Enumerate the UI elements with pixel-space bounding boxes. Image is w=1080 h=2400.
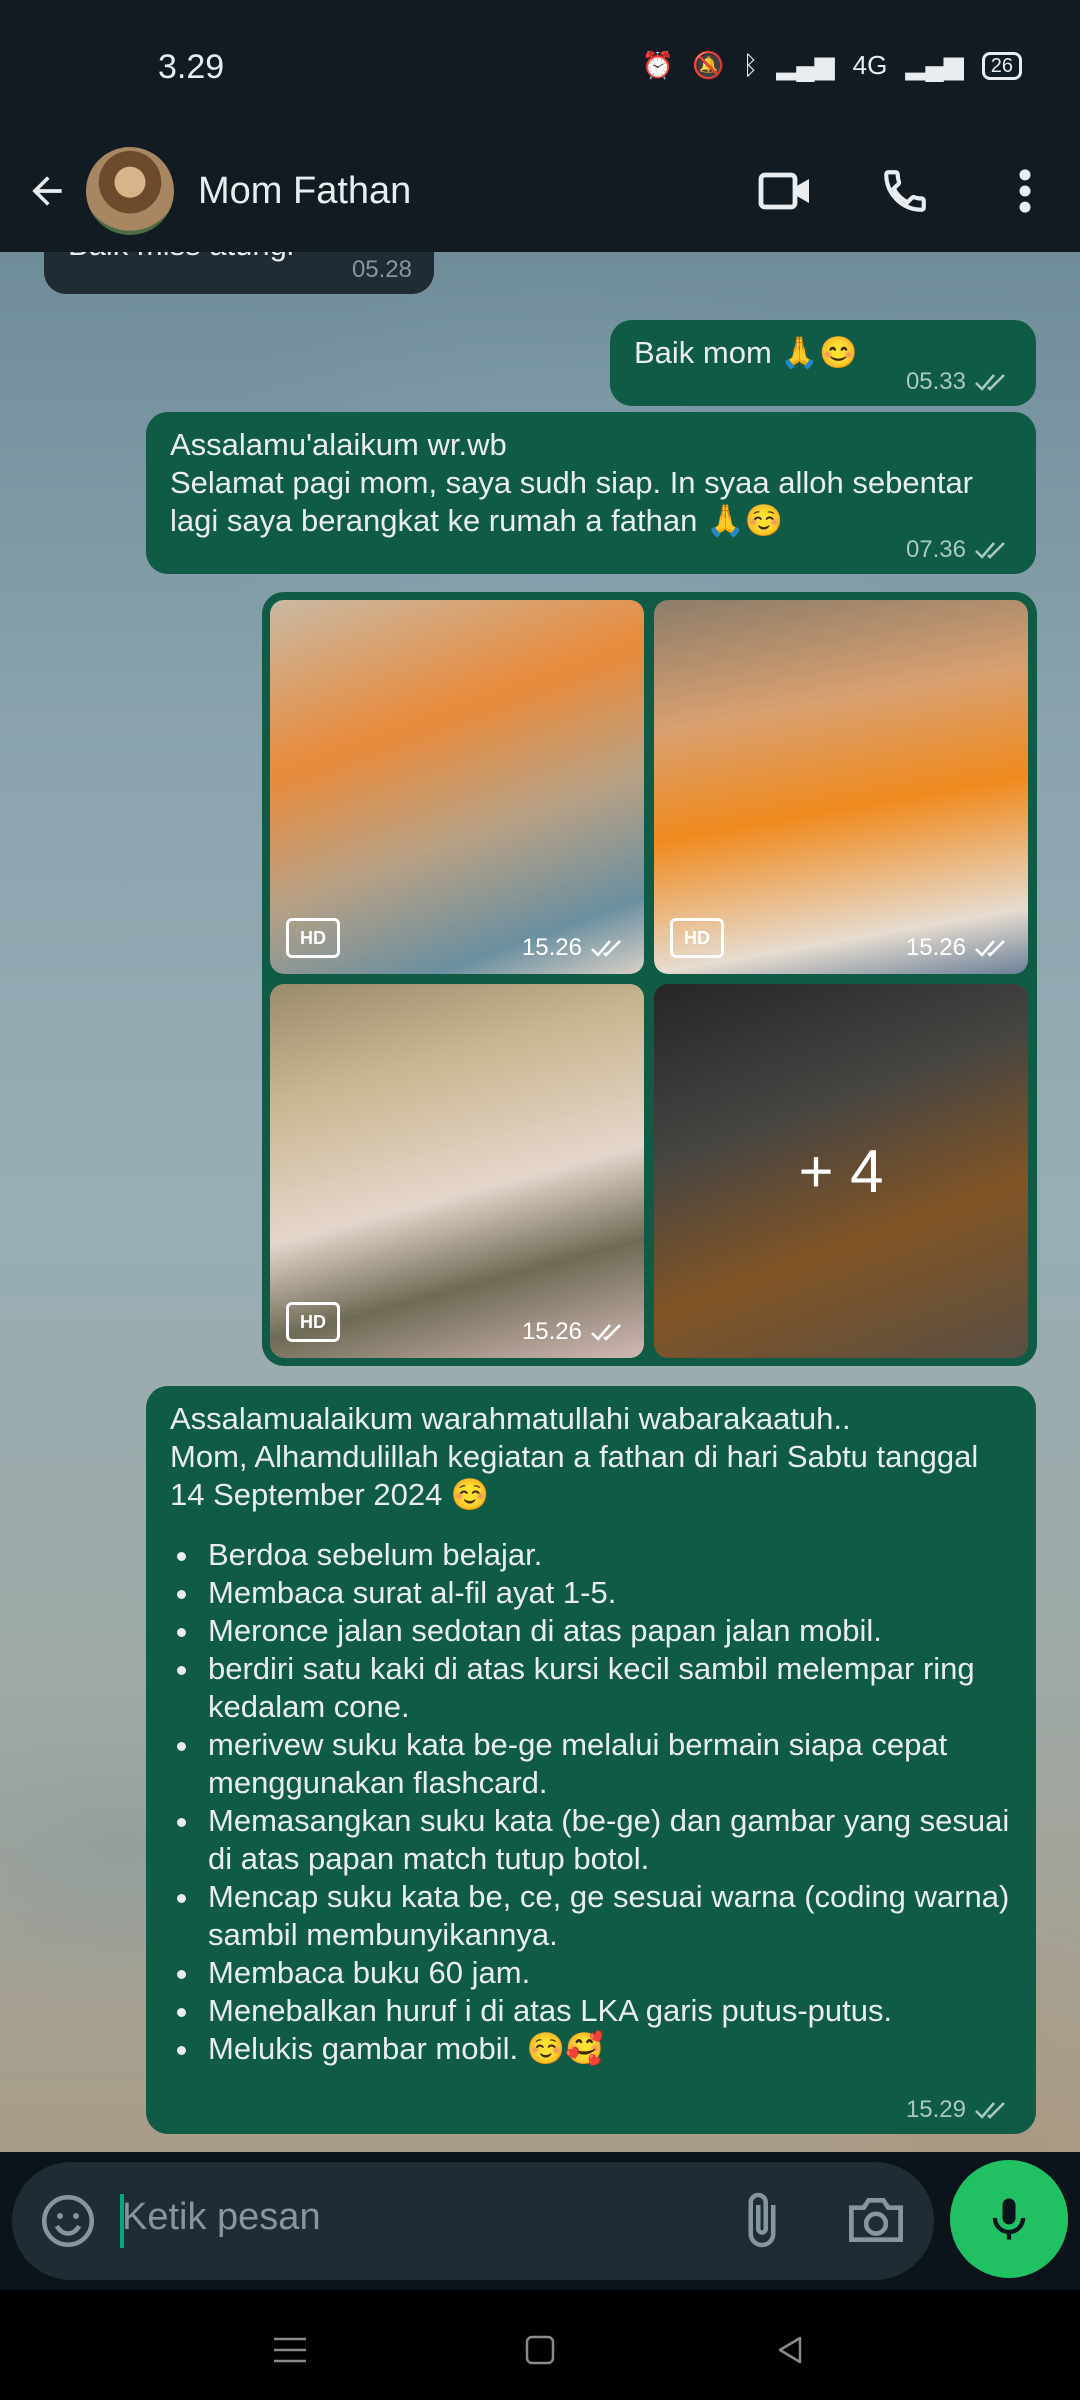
bluetooth-icon: ᛒ	[742, 50, 759, 80]
back-nav-button[interactable]	[760, 2320, 820, 2380]
message-meta: 05.33	[906, 368, 1014, 396]
message-incoming[interactable]: Baik miss atungi 05.28	[44, 252, 434, 294]
network-type: 4G	[852, 50, 888, 80]
camera-icon	[849, 2197, 903, 2243]
photo-time: 15.26	[905, 934, 966, 961]
photo-meta: 15.26	[906, 934, 1014, 962]
header-actions	[750, 130, 1060, 252]
more-vert-icon	[1019, 169, 1031, 213]
read-receipt-icon	[975, 542, 1005, 559]
list-item: Melukis gambar mobil. ☺️🥰	[202, 2030, 1012, 2068]
status-bar: 3.29 ⏰ 🔕 ᛒ ▂▄▆ 4G ▂▄▆ 26	[0, 0, 1080, 140]
photo-time: 15.26	[521, 934, 582, 961]
list-item: Membaca surat al-fil ayat 1-5.	[202, 1574, 1012, 1612]
back-triangle-icon	[778, 2336, 802, 2364]
photo-tile[interactable]: HD 15.26	[270, 600, 644, 974]
photo-time: 15.26	[521, 1318, 582, 1345]
contact-name[interactable]: Mom Fathan	[198, 170, 411, 213]
hd-badge: HD	[286, 1302, 340, 1342]
list-item: Meronce jalan sedotan di atas papan jala…	[202, 1612, 1012, 1650]
activity-list: Berdoa sebelum belajar. Membaca surat al…	[170, 1536, 1012, 2068]
photo-tile[interactable]: HD 15.26	[270, 984, 644, 1358]
video-call-button[interactable]	[750, 156, 820, 226]
recents-icon	[274, 2337, 306, 2363]
message-time: 05.33	[905, 368, 966, 395]
emoji-button[interactable]	[38, 2191, 98, 2251]
recents-button[interactable]	[260, 2320, 320, 2380]
message-time: 15.29	[905, 2096, 966, 2123]
read-receipt-icon	[975, 940, 1005, 957]
message-outgoing[interactable]: Assalamualaikum warahmatullahi wabarakaa…	[146, 1386, 1036, 2134]
message-meta: 05.28	[352, 256, 412, 284]
chat-header: Mom Fathan	[0, 130, 1080, 252]
message-meta: 07.36	[906, 536, 1014, 564]
signal-icon: ▂▄▆	[776, 50, 835, 80]
voice-message-button[interactable]	[950, 2160, 1068, 2278]
avatar[interactable]	[86, 147, 174, 235]
home-icon	[525, 2335, 555, 2365]
message-time: 07.36	[905, 536, 966, 563]
read-receipt-icon	[975, 374, 1005, 391]
camera-button[interactable]	[844, 2190, 908, 2250]
list-item: merivew suku kata be-ge melalui bermain …	[202, 1726, 1012, 1802]
video-call-icon	[758, 172, 809, 210]
read-receipt-icon	[591, 1324, 621, 1341]
hd-badge: HD	[286, 918, 340, 958]
message-outgoing[interactable]: Assalamu'alaikum wr.wb Selamat pagi mom,…	[146, 412, 1036, 574]
emoji-icon	[42, 2195, 94, 2247]
message-text: Baik mom 🙏😊	[634, 335, 858, 370]
system-navigation-bar	[0, 2290, 1080, 2400]
home-button[interactable]	[510, 2320, 570, 2380]
message-time: 05.28	[351, 256, 412, 283]
message-text: Assalamu'alaikum wr.wb Selamat pagi mom,…	[170, 427, 974, 538]
phone-icon	[884, 170, 926, 212]
hd-badge: HD	[670, 918, 724, 958]
photo-tile[interactable]: HD 15.26	[654, 600, 1028, 974]
message-input[interactable]: Ketik pesan	[122, 2196, 321, 2239]
read-receipt-icon	[591, 940, 621, 957]
message-meta: 15.29	[906, 2096, 1014, 2124]
list-item: Memasangkan suku kata (be-ge) dan gambar…	[202, 1802, 1012, 1878]
voice-call-button[interactable]	[870, 156, 940, 226]
message-outgoing[interactable]: Baik mom 🙏😊 05.33	[610, 320, 1036, 406]
mute-icon: 🔕	[692, 50, 725, 80]
more-photos-overlay: + 4	[654, 984, 1028, 1358]
back-button[interactable]	[12, 156, 82, 226]
attach-button[interactable]	[732, 2190, 792, 2250]
battery-indicator: 26	[981, 51, 1022, 80]
microphone-icon	[992, 2198, 1026, 2240]
alarm-icon: ⏰	[641, 50, 675, 80]
list-item: Mencap suku kata be, ce, ge sesuai warna…	[202, 1878, 1012, 1954]
list-item: berdiri satu kaki di atas kursi kecil sa…	[202, 1650, 1012, 1726]
list-item: Berdoa sebelum belajar.	[202, 1536, 1012, 1574]
read-receipt-icon	[975, 2102, 1005, 2119]
media-album[interactable]: HD 15.26 HD 15.26 HD 15.26 + 4	[262, 592, 1037, 1366]
paperclip-icon	[748, 2192, 776, 2248]
list-item: Membaca buku 60 jam.	[202, 1954, 1012, 1992]
message-composer: Ketik pesan	[12, 2162, 934, 2280]
photo-meta: 15.26	[522, 934, 630, 962]
signal-icon-2: ▂▄▆	[905, 50, 964, 80]
back-arrow-icon	[32, 176, 62, 206]
menu-button[interactable]	[990, 156, 1060, 226]
chat-area[interactable]: Baik miss atungi 05.28 Baik mom 🙏😊 05.33…	[0, 252, 1080, 2152]
status-time: 3.29	[158, 48, 225, 86]
photo-meta: 15.26	[522, 1318, 630, 1346]
status-icons: ⏰ 🔕 ᛒ ▂▄▆ 4G ▂▄▆ 26	[642, 50, 1022, 81]
report-intro: Assalamualaikum warahmatullahi wabarakaa…	[170, 1401, 979, 1512]
photo-tile[interactable]: + 4	[654, 984, 1028, 1358]
list-item: Menebalkan huruf i di atas LKA garis put…	[202, 1992, 1012, 2030]
